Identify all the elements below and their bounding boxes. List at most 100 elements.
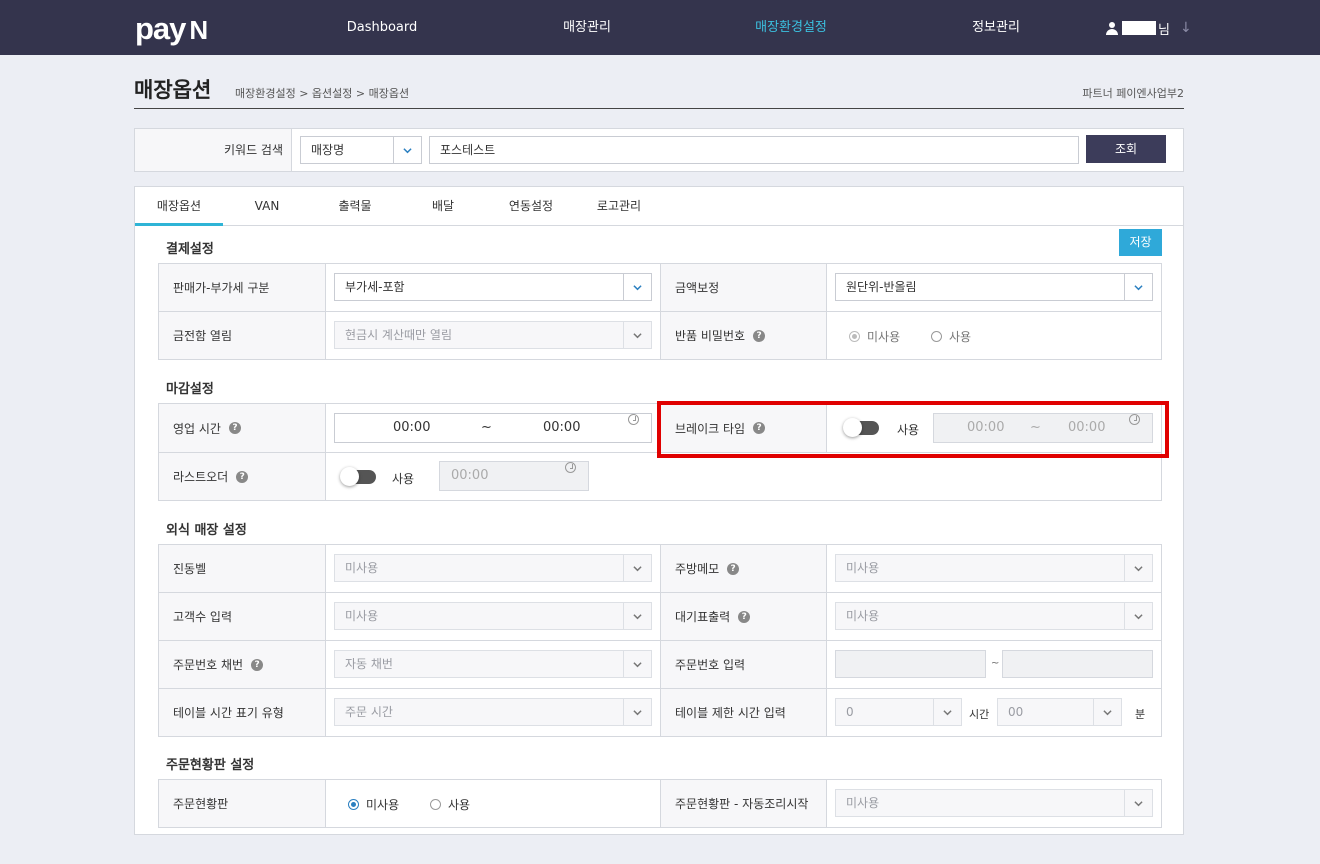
order-board-label: 주문현황판	[159, 780, 326, 827]
save-button[interactable]: 저장	[1119, 229, 1162, 256]
nav-store-settings[interactable]: 매장환경설정	[755, 0, 827, 55]
payn-logo[interactable]: pay N	[135, 11, 208, 47]
search-keyword-input[interactable]: 포스테스트	[429, 136, 1079, 164]
nav-info-management[interactable]: 정보관리	[972, 0, 1020, 55]
order-numbering-select[interactable]: 자동 채번	[334, 650, 652, 678]
search-button[interactable]: 조회	[1086, 135, 1166, 163]
keyword-search-bar: 키워드 검색 매장명 포스테스트 조회	[134, 128, 1184, 172]
guest-count-label: 고객수 입력	[159, 593, 326, 640]
page-title: 매장옵션	[134, 78, 212, 102]
tab-bar: 매장옵션 VAN 출력물 배달 연동설정 로고관리	[135, 187, 1183, 226]
kitchen-memo-select[interactable]: 미사용	[835, 554, 1153, 582]
tab-logo-management[interactable]: 로고관리	[575, 187, 663, 226]
refund-password-off-radio[interactable]: 미사용	[849, 328, 900, 345]
help-icon[interactable]: ?	[727, 562, 740, 575]
arrow-down-icon[interactable]: ↓	[1180, 20, 1192, 36]
waiting-ticket-select[interactable]: 미사용	[835, 602, 1153, 630]
cash-drawer-select[interactable]: 현금시 계산때만 열림	[334, 321, 652, 349]
last-order-toggle[interactable]	[340, 467, 376, 486]
nav-dashboard[interactable]: Dashboard	[347, 0, 418, 55]
masked-username	[1122, 21, 1156, 35]
order-numbering-label-cell: 주문번호 채번?	[159, 641, 326, 688]
chevron-down-icon[interactable]	[623, 555, 651, 581]
range-separator: ~	[991, 658, 1000, 669]
search-label: 키워드 검색	[135, 129, 292, 171]
settings-row: 금전함 열림 현금시 계산때만 열림 반품 비밀번호? 미사용 사용	[159, 312, 1161, 360]
tab-integration[interactable]: 연동설정	[487, 187, 575, 226]
last-order-label-cell: 라스트오더?	[159, 453, 326, 500]
partner-name: 파트너 페이엔사업부2	[1082, 87, 1184, 100]
chevron-down-icon[interactable]	[1124, 555, 1152, 581]
search-type-select[interactable]: 매장명	[300, 136, 422, 164]
order-number-to-input[interactable]	[1002, 650, 1153, 678]
section-title-dine-in: 외식 매장 설정	[166, 523, 247, 538]
clock-icon[interactable]	[628, 414, 639, 425]
table-limit-hours-select[interactable]: 0	[835, 698, 962, 726]
vibration-bell-select[interactable]: 미사용	[334, 554, 652, 582]
table-limit-minutes-select[interactable]: 00	[997, 698, 1122, 726]
order-board-settings-grid: 주문현황판 미사용 사용 주문현황판 - 자동조리시작 미사용	[158, 779, 1162, 828]
chevron-down-icon[interactable]	[623, 603, 651, 629]
guest-count-select[interactable]: 미사용	[334, 602, 652, 630]
last-order-time[interactable]: 00:00	[439, 461, 589, 491]
kitchen-memo-label-cell: 주방메모?	[660, 545, 827, 592]
chevron-down-icon[interactable]	[1093, 699, 1121, 725]
vibration-bell-label: 진동벨	[159, 545, 326, 592]
chevron-down-icon[interactable]	[623, 651, 651, 677]
business-hours-end[interactable]: 00:00	[543, 414, 580, 442]
refund-password-label-cell: 반품 비밀번호?	[660, 312, 827, 359]
chevron-down-icon[interactable]	[623, 699, 651, 725]
section-title-payment: 결제설정	[166, 242, 214, 257]
help-icon[interactable]: ?	[236, 470, 249, 483]
clock-icon[interactable]	[565, 462, 576, 473]
tab-store-options[interactable]: 매장옵션	[135, 187, 223, 226]
tab-printouts[interactable]: 출력물	[311, 187, 399, 226]
settings-row: 라스트오더? 사용 00:00	[159, 453, 1161, 501]
rounding-select[interactable]: 원단위-반올림	[835, 273, 1153, 301]
tab-delivery[interactable]: 배달	[399, 187, 487, 226]
chevron-down-icon[interactable]	[623, 274, 651, 300]
radio-empty-icon	[931, 331, 942, 342]
chevron-down-icon[interactable]	[1124, 274, 1152, 300]
settings-row: 판매가-부가세 구분 부가세-포함 금액보정 원단위-반올림	[159, 264, 1161, 312]
help-icon[interactable]: ?	[738, 610, 751, 623]
breadcrumb: 매장환경설정 > 옵션설정 > 매장옵션	[235, 87, 410, 100]
title-divider	[134, 108, 1184, 109]
help-icon[interactable]: ?	[228, 422, 241, 434]
settings-row: 주문현황판 미사용 사용 주문현황판 - 자동조리시작 미사용	[159, 780, 1161, 828]
help-icon[interactable]: ?	[753, 329, 766, 342]
settings-row: 고객수 입력 미사용 대기표출력? 미사용	[159, 593, 1161, 641]
chevron-down-icon[interactable]	[933, 699, 961, 725]
table-time-type-select[interactable]: 주문 시간	[334, 698, 652, 726]
settings-row: 주문번호 채번? 자동 채번 주문번호 입력 ~	[159, 641, 1161, 689]
vat-select[interactable]: 부가세-포함	[334, 273, 652, 301]
tab-van[interactable]: VAN	[223, 187, 311, 226]
chevron-down-icon[interactable]	[1124, 790, 1152, 816]
last-order-time-value[interactable]: 00:00	[451, 462, 488, 490]
business-hours-range[interactable]: 00:00 ~ 00:00	[334, 413, 652, 443]
chevron-down-icon[interactable]	[393, 137, 421, 163]
waiting-ticket-label-cell: 대기표출력?	[660, 593, 827, 640]
nav-store-management[interactable]: 매장관리	[563, 0, 611, 55]
table-limit-label: 테이블 제한 시간 입력	[660, 689, 827, 736]
refund-password-label: 반품 비밀번호	[675, 329, 746, 343]
refund-password-on-radio[interactable]: 사용	[931, 328, 971, 345]
user-menu[interactable]: 님 ↓	[1106, 18, 1192, 38]
order-board-off-radio[interactable]: 미사용	[348, 796, 399, 813]
auto-cook-select[interactable]: 미사용	[835, 789, 1153, 817]
business-hours-label-cell: 영업 시간?	[159, 404, 326, 452]
chevron-down-icon[interactable]	[623, 322, 651, 348]
section-title-closing: 마감설정	[166, 382, 214, 397]
waiting-ticket-label: 대기표출력	[675, 610, 731, 624]
order-board-on-radio[interactable]: 사용	[430, 796, 470, 813]
break-time-highlight	[657, 401, 1169, 458]
rounding-label: 금액보정	[660, 264, 827, 311]
settings-row: 테이블 시간 표기 유형 주문 시간 테이블 제한 시간 입력 0 시간 00 …	[159, 689, 1161, 737]
radio-selected-icon	[348, 799, 359, 810]
business-hours-start[interactable]: 00:00	[393, 414, 430, 442]
help-icon[interactable]: ?	[251, 658, 264, 671]
chevron-down-icon[interactable]	[1124, 603, 1152, 629]
hours-unit-label: 시간	[969, 708, 990, 721]
order-number-from-input[interactable]	[835, 650, 986, 678]
cash-drawer-label: 금전함 열림	[159, 312, 326, 359]
